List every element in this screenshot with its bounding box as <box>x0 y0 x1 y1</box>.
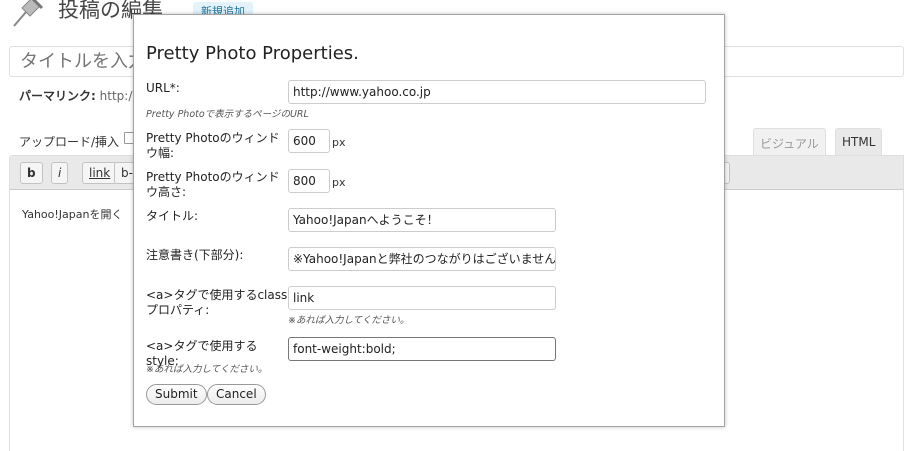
url-note: Pretty Photoで表示するページのURL <box>146 109 309 120</box>
width-input[interactable]: 600 <box>288 129 330 153</box>
note-input[interactable]: ※Yahoo!Japanと弊社のつながりはございません <box>288 247 556 271</box>
width-label: Pretty Photoのウィンドウ幅: <box>146 131 280 160</box>
editor-content[interactable]: Yahoo!Japanを開く <box>22 206 122 222</box>
title-input[interactable]: Yahoo!Japanへようこそ！ <box>288 208 556 232</box>
height-label: Pretty Photoのウィンドウ高さ: <box>146 170 280 199</box>
pretty-photo-dialog: Pretty Photo Properties. URL*: http://ww… <box>133 14 725 427</box>
upload-insert-label: アップロード/挿入 <box>19 135 120 149</box>
style-note: ※あれば入力してください。 <box>146 364 268 375</box>
height-input[interactable]: 800 <box>288 169 330 193</box>
dialog-title: Pretty Photo Properties. <box>146 43 359 64</box>
permalink-label: パーマリンク: <box>19 89 96 103</box>
cancel-button[interactable]: Cancel <box>207 384 266 405</box>
height-unit: px <box>332 176 346 189</box>
style-input[interactable]: font-weight:bold; <box>288 337 556 361</box>
url-input[interactable]: http://www.yahoo.co.jp <box>288 80 706 104</box>
class-input[interactable]: link <box>288 286 556 310</box>
class-note: ※あれば入力してください。 <box>288 315 410 326</box>
pushpin-icon <box>13 0 44 27</box>
tab-html[interactable]: HTML <box>835 128 883 156</box>
italic-button[interactable]: i <box>51 162 69 184</box>
link-button[interactable]: link <box>82 162 118 184</box>
url-label: URL*: <box>146 81 180 95</box>
title-label: タイトル: <box>146 209 199 223</box>
width-unit: px <box>332 136 346 149</box>
bold-button[interactable]: b <box>20 162 43 184</box>
permalink-url[interactable]: http:/ <box>100 89 133 103</box>
class-label: <a>タグで使用するclassプロパティ: <box>146 288 288 317</box>
note-label: 注意書き(下部分): <box>146 248 244 262</box>
submit-button[interactable]: Submit <box>146 384 207 405</box>
permalink: パーマリンク: http:/ <box>19 87 132 104</box>
tab-visual[interactable]: ビジュアル <box>753 128 826 156</box>
